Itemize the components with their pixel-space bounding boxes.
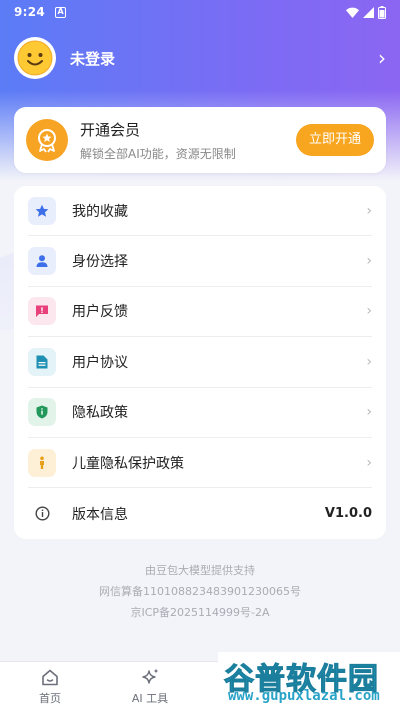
vip-text: 开通会员 解锁全部AI功能，资源无限制 xyxy=(80,119,236,162)
menu-label: 隐私政策 xyxy=(72,405,128,422)
battery-icon xyxy=(378,5,386,19)
menu-item-feedback[interactable]: 用户反馈 › xyxy=(28,287,372,338)
status-icons xyxy=(346,5,386,19)
tab-label: 首页 xyxy=(39,691,61,705)
menu-item-identity[interactable]: 身份选择 › xyxy=(28,236,372,287)
chevron-right-icon: › xyxy=(366,404,372,421)
chevron-right-icon: › xyxy=(366,454,372,471)
menu-item-favorites[interactable]: 我的收藏 › xyxy=(28,186,372,237)
status-time: 9:24 xyxy=(14,5,46,19)
shield-icon xyxy=(28,398,56,427)
info-icon xyxy=(28,500,56,528)
version-value: V1.0.0 xyxy=(324,506,372,522)
feedback-icon xyxy=(28,297,56,326)
smiley-icon xyxy=(17,40,53,76)
menu-label: 儿童隐私保护政策 xyxy=(72,455,184,472)
tab-home[interactable]: 首页 xyxy=(0,662,100,712)
signal-icon xyxy=(363,6,374,18)
tab-label: AI 工具 xyxy=(131,692,169,705)
menu-label: 版本信息 xyxy=(72,506,128,523)
vip-card[interactable]: 开通会员 解锁全部AI功能，资源无限制 立即开通 xyxy=(14,107,386,173)
chevron-right-icon[interactable]: › xyxy=(378,46,386,70)
person-icon xyxy=(28,247,56,276)
status-bar: 9:24 A xyxy=(0,0,400,24)
chevron-right-icon: › xyxy=(366,202,372,219)
vip-subtitle: 解锁全部AI功能，资源无限制 xyxy=(80,146,236,161)
chevron-right-icon: › xyxy=(366,353,372,370)
avatar[interactable] xyxy=(14,37,56,79)
notification-icon: A xyxy=(55,6,67,18)
footer-model-support: 由豆包大模型提供支持 xyxy=(145,564,255,577)
menu-item-user-agreement[interactable]: 用户协议 › xyxy=(28,337,372,388)
chevron-right-icon: › xyxy=(366,253,372,270)
open-vip-button[interactable]: 立即开通 xyxy=(295,124,374,156)
menu-label: 身份选择 xyxy=(72,254,128,271)
footer-icp-filing: 京ICP备2025114999号-2A xyxy=(130,606,270,619)
footer-algorithm-filing: 网信算备110108823483901230065号 xyxy=(99,585,301,598)
menu-list: 我的收藏 › 身份选择 › 用户反馈 › 用户协议 › 隐私政策 › 儿童隐私保… xyxy=(14,186,386,539)
child-icon xyxy=(28,448,56,477)
watermark-url: www.gupuxlazal.com xyxy=(228,688,380,704)
wifi-icon xyxy=(346,7,359,18)
star-icon xyxy=(28,196,56,225)
footer: 由豆包大模型提供支持 网信算备110108823483901230065号 京I… xyxy=(0,560,400,623)
document-icon xyxy=(28,347,56,376)
menu-label: 用户反馈 xyxy=(72,304,128,321)
menu-label: 我的收藏 xyxy=(72,203,128,220)
vip-badge-icon xyxy=(26,119,68,161)
menu-label: 用户协议 xyxy=(72,354,128,371)
tab-ai-tools[interactable]: AI 工具 xyxy=(100,662,200,712)
chevron-right-icon: › xyxy=(366,303,372,320)
sparkle-icon xyxy=(141,668,158,684)
menu-item-privacy-policy[interactable]: 隐私政策 › xyxy=(28,388,372,438)
vip-title: 开通会员 xyxy=(80,120,141,139)
menu-item-version[interactable]: 版本信息 V1.0.0 xyxy=(28,488,372,538)
username[interactable]: 未登录 xyxy=(70,48,115,69)
profile-row[interactable]: 未登录 › xyxy=(14,35,386,81)
menu-item-child-privacy[interactable]: 儿童隐私保护政策 › xyxy=(28,438,372,489)
home-icon xyxy=(42,669,58,685)
